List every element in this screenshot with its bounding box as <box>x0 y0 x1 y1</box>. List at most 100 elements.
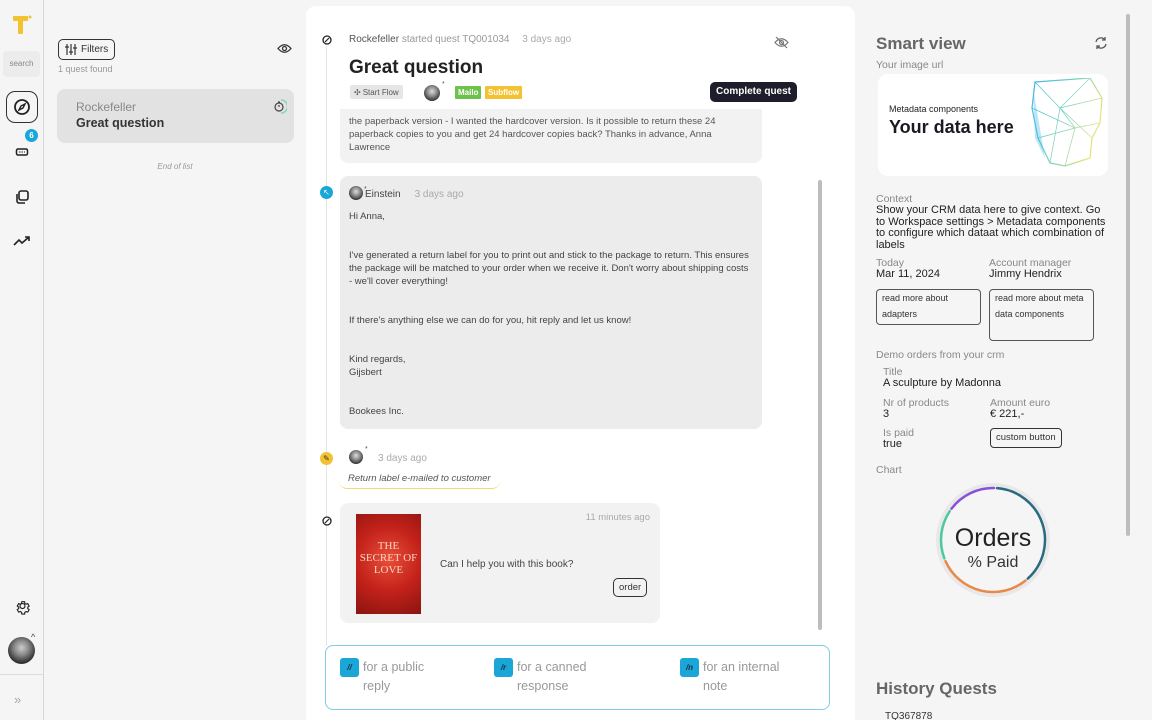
end-of-list: End of list <box>157 162 193 171</box>
context-text: Show your CRM data here to give context.… <box>876 204 1106 251</box>
image-card-headline: Your data here <box>889 117 1014 137</box>
compass-icon <box>322 516 332 526</box>
quest-header-line: Rockefeller started quest TQ001034 3 day… <box>349 34 571 45</box>
filters-button[interactable]: Filters <box>58 39 116 60</box>
hint-text: for an internal note <box>703 660 780 693</box>
assignee-indicator-icon: * <box>442 81 445 88</box>
quest-title: Great question <box>76 116 165 130</box>
rail-item-quests[interactable] <box>6 91 38 123</box>
pencil-icon: ✎ <box>320 452 333 465</box>
smart-view-panel: Smart view Your image url Metadata compo… <box>855 0 1152 720</box>
note-author-avatar <box>349 450 363 464</box>
chart-title: Orders <box>955 524 1031 552</box>
sliders-icon <box>65 44 77 55</box>
quest-customer: Rockefeller <box>76 100 137 114</box>
internal-note: Return label e-mailed to customer <box>339 470 500 489</box>
orders-donut-chart: Orders % Paid <box>935 482 1051 598</box>
timer-icon <box>274 99 287 114</box>
refresh-icon[interactable] <box>1094 36 1108 50</box>
metadata-image-card: Metadata components Your data here <box>878 74 1108 176</box>
card-question: Can I help you with this book? <box>440 559 574 570</box>
header-quest-id: TQ001034 <box>462 34 510 45</box>
agent-name: Einstein <box>365 188 401 200</box>
hint-key: /n <box>680 658 699 677</box>
start-flow-button[interactable]: ✣ Start Flow <box>350 85 403 99</box>
amount-value: € 221,- <box>990 408 1025 420</box>
scrollbar[interactable] <box>1126 14 1130 536</box>
history-quest-item[interactable]: TQ367878 <box>885 711 932 720</box>
flow-icon: ✣ <box>354 87 361 97</box>
complete-quest-button[interactable]: Complete quest <box>710 82 798 102</box>
product-card: 11 minutes ago THE SECRET OF LOVE Can I … <box>340 503 660 623</box>
nav-rail: search 6 ^ » <box>0 0 44 720</box>
eye-icon[interactable] <box>277 43 292 54</box>
rail-divider <box>0 674 43 675</box>
chevron-up-icon[interactable]: ^ <box>31 632 35 642</box>
hint-text: for a canned response <box>517 660 587 693</box>
outgoing-reply-icon: ↖ <box>320 186 333 199</box>
tag-subflow[interactable]: Subflow <box>485 86 523 99</box>
orders-label: Demo orders from your crm <box>876 349 1005 361</box>
brand-logo-icon[interactable] <box>12 14 32 36</box>
filters-label: Filters <box>81 44 109 55</box>
agent-message-ago: 3 days ago <box>414 188 464 200</box>
rail-item-copies[interactable] <box>6 181 38 213</box>
compass-icon <box>14 99 30 115</box>
eye-off-icon[interactable] <box>774 36 789 49</box>
search-button[interactable]: search <box>3 51 40 77</box>
adapters-link-button[interactable]: read more about adapters <box>876 289 981 325</box>
gear-icon <box>16 600 30 615</box>
assignee-avatar[interactable] <box>424 85 440 101</box>
agent-indicator-icon: * <box>364 186 367 193</box>
notification-badge: 6 <box>25 129 38 142</box>
hint-internal-note: /n for an internal note <box>680 658 793 696</box>
book-cover-image[interactable]: THE SECRET OF LOVE <box>356 514 421 614</box>
start-flow-label: Start Flow <box>362 87 399 97</box>
quest-title: Great question <box>349 57 484 78</box>
polygon-face-image <box>1031 78 1103 167</box>
quest-list-panel: Filters 1 quest found Rockefeller Great … <box>44 0 306 720</box>
image-card-subtitle: Metadata components <box>889 104 979 114</box>
rail-item-analytics[interactable] <box>6 225 38 257</box>
chart-label: Chart <box>876 464 902 476</box>
tag-mailo[interactable]: Mailo <box>455 86 482 99</box>
custom-button[interactable]: custom button <box>990 428 1062 448</box>
order-title-value: A sculpture by Madonna <box>883 377 1002 389</box>
hint-canned-response: /r for a canned response <box>494 658 607 696</box>
donut-svg: Orders % Paid <box>936 483 1050 597</box>
header-customer[interactable]: Rockefeller <box>349 34 399 45</box>
metadata-link-button[interactable]: read more about meta data components <box>989 289 1094 341</box>
app: search 6 ^ » Filters 1 quest found Rocke <box>0 0 1152 720</box>
image-url-label: Your image url <box>876 59 944 71</box>
hint-text: for a public reply <box>363 660 425 693</box>
agent-reply-message: * Einstein 3 days ago Hi Anna, I've gene… <box>340 176 762 429</box>
order-button[interactable]: order <box>613 578 648 597</box>
note-ago: 3 days ago <box>378 453 427 464</box>
customer-message: the paperback version - I wanted the har… <box>340 109 762 163</box>
quest-list-item[interactable]: Rockefeller Great question <box>57 89 294 143</box>
today-value: Mar 11, 2024 <box>876 268 941 280</box>
ticket-icon <box>15 148 29 156</box>
header-action: started quest <box>401 34 460 45</box>
chart-subtitle: % Paid <box>968 554 1019 571</box>
hint-public-reply: // for a public reply <box>340 658 453 696</box>
is-paid-value: true <box>883 438 902 450</box>
scrollbar[interactable] <box>818 180 822 630</box>
card-ago: 11 minutes ago <box>585 512 650 523</box>
trending-up-icon <box>13 236 30 246</box>
message-header: * Einstein 3 days ago <box>349 186 753 202</box>
note-indicator-icon: * <box>365 446 368 453</box>
results-count: 1 quest found <box>58 64 113 74</box>
settings-button[interactable] <box>6 591 38 623</box>
hint-key: // <box>340 658 359 677</box>
reply-composer[interactable]: // for a public reply /r for a canned re… <box>325 645 830 710</box>
agent-message-body: Hi Anna, I've generated a return label f… <box>349 211 749 417</box>
agent-avatar <box>349 186 363 200</box>
smart-view-title: Smart view <box>876 34 966 53</box>
compass-icon <box>322 35 332 45</box>
history-quests-title: History Quests <box>876 679 997 698</box>
account-manager-value: Jimmy Hendrix <box>989 268 1062 280</box>
expand-sidebar-icon[interactable]: » <box>14 692 21 707</box>
header-ago: 3 days ago <box>522 34 572 45</box>
hint-key: /r <box>494 658 513 677</box>
